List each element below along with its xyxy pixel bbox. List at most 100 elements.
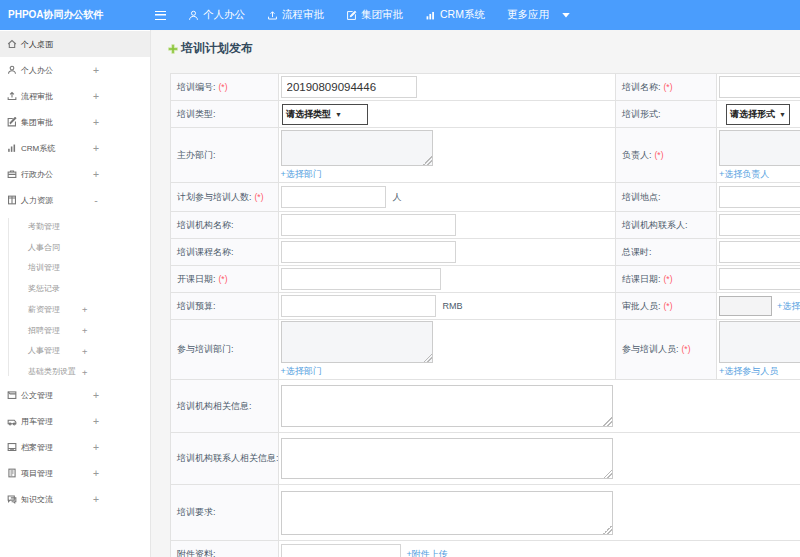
field-label: 培训机构相关信息: [177, 401, 252, 411]
sidebar-subitem-base-category[interactable]: 基础类别设置+ [0, 361, 150, 382]
nav-crm[interactable]: CRM系统 [425, 8, 485, 22]
row-training-no-name: 培训编号:(*) 培训名称:(*) [171, 74, 800, 101]
sidebar-item-desktop[interactable]: 个人桌面 [0, 31, 150, 57]
training-name-input[interactable] [719, 76, 800, 98]
flow-icon [7, 91, 17, 101]
sidebar-subitem-personnel[interactable]: 人事管理+ [0, 341, 150, 362]
sidebar-item-workflow-approval[interactable]: 流程审批+ [0, 83, 150, 109]
sidebar-item-archive[interactable]: 档案管理+ [0, 434, 150, 460]
field-label: 培训要求: [177, 507, 216, 517]
sidebar-subitem-salary[interactable]: 薪资管理+ [0, 299, 150, 320]
sidebar-item-hr[interactable]: 人力资源- [0, 187, 150, 213]
nav-personal-office[interactable]: 个人办公 [188, 8, 245, 22]
select-arrow-icon: ▼ [779, 111, 786, 118]
document-icon [7, 390, 17, 400]
car-icon [7, 416, 17, 426]
total-hours-input[interactable] [719, 241, 800, 263]
sidebar-subitem-training[interactable]: 培训管理 [0, 258, 150, 279]
field-label: 结课日期: [622, 274, 661, 284]
sidebar-item-crm[interactable]: CRM系统+ [0, 135, 150, 161]
nav-group-approval[interactable]: 集团审批 [346, 8, 403, 22]
sidebar-item-knowledge[interactable]: 知识交流+ [0, 486, 150, 512]
place-input[interactable] [719, 186, 800, 208]
field-label: 总课时: [622, 247, 652, 257]
attachment-upload-link[interactable]: +附件上传 [407, 548, 448, 557]
requirement-textarea[interactable] [281, 491, 613, 535]
page-title: 培训计划发布 [168, 40, 253, 57]
budget-input[interactable] [281, 295, 436, 317]
select-dept-link[interactable]: +选择部门 [281, 168, 616, 181]
field-label: 培训编号: [177, 82, 216, 92]
sidebar-item-admin-office[interactable]: 行政办公+ [0, 161, 150, 187]
select-leader-link[interactable]: +选择负责人 [719, 168, 800, 181]
org-name-input[interactable] [281, 214, 456, 236]
course-name-input[interactable] [281, 241, 456, 263]
book-icon [7, 195, 17, 205]
field-label: 培训机构联系人: [622, 220, 688, 230]
sidebar-item-group-approval[interactable]: 集团审批+ [0, 109, 150, 135]
row-hostdept-leader: 主办部门: +选择部门 负责人:(*) +选择负责人 [171, 128, 800, 183]
sidebar-subitem-attendance[interactable]: 考勤管理 [0, 216, 150, 237]
field-label: 审批人员: [622, 301, 661, 311]
contact-info-textarea[interactable] [281, 438, 613, 479]
org-contact-input[interactable] [719, 214, 800, 236]
field-label: 负责人: [622, 150, 652, 160]
training-plan-form: 培训编号:(*) 培训名称:(*) 培训类型: 请选择类型▼ 培训形式: 请选择… [170, 73, 800, 557]
approve-icon [346, 10, 357, 21]
row-startdate-enddate: 开课日期:(*) 结课日期:(*) [171, 266, 800, 293]
org-info-textarea[interactable] [281, 385, 613, 427]
sidebar-subitem-hr-contract[interactable]: 人事合同 [0, 237, 150, 258]
training-mode-select[interactable]: 请选择形式▼ [726, 104, 790, 125]
sidebar-item-project[interactable]: 项目管理+ [0, 460, 150, 486]
field-label: 培训形式: [622, 109, 661, 119]
row-contact-info: 培训机构联系人相关信息: [171, 433, 800, 485]
select-arrow-icon: ▼ [335, 111, 342, 118]
training-type-select[interactable]: 请选择类型▼ [282, 104, 368, 125]
field-label: 计划参与培训人数: [177, 192, 252, 202]
host-dept-textarea[interactable] [281, 130, 433, 166]
sidebar-item-personal-office[interactable]: 个人办公+ [0, 57, 150, 83]
sidebar-hr-submenu: 考勤管理 人事合同 培训管理 奖惩记录 薪资管理+ 招聘管理+ 人事管理+ 基础… [0, 213, 150, 382]
field-label: 培训地点: [622, 192, 661, 202]
nav-workflow-approval[interactable]: 流程审批 [267, 8, 324, 22]
training-no-input[interactable] [281, 76, 417, 98]
field-label: 参与培训部门: [177, 344, 234, 354]
field-label: 培训名称: [622, 82, 661, 92]
field-label: 培训机构联系人相关信息: [177, 453, 279, 463]
row-org-info: 培训机构相关信息: [171, 380, 800, 433]
field-label: 附件资料: [177, 549, 216, 557]
select-people-link[interactable]: +选择参与人员 [719, 365, 800, 378]
archive-icon [7, 442, 17, 452]
sidebar-item-vehicle[interactable]: 用车管理+ [0, 408, 150, 434]
approver-input[interactable] [719, 296, 772, 316]
planned-count-input[interactable] [281, 186, 386, 208]
notebook-icon [7, 468, 17, 478]
sidebar: 个人桌面 个人办公+ 流程审批+ 集团审批+ CRM系统+ 行政办公+ 人力资源… [0, 30, 151, 557]
hamburger-icon[interactable] [155, 11, 166, 20]
field-label: 培训预算: [177, 301, 216, 311]
row-orgname-orgcontact: 培训机构名称: 培训机构联系人: [171, 212, 800, 239]
select-approver-link[interactable]: +选择审批人员 [777, 300, 800, 313]
field-label: 培训类型: [177, 109, 216, 119]
sidebar-item-doc-mgmt[interactable]: 公文管理+ [0, 382, 150, 408]
select-dept-link[interactable]: +选择部门 [281, 365, 616, 378]
end-date-input[interactable] [719, 268, 800, 290]
home-icon [7, 39, 17, 49]
row-joindept-joinpeople: 参与培训部门: +选择部门 参与培训人员:(*) +选择参与人员 [171, 320, 800, 380]
row-course-hours: 培训课程名称: 总课时: [171, 239, 800, 266]
edit-icon [7, 117, 17, 127]
field-label: 开课日期: [177, 274, 216, 284]
sidebar-subitem-rewards[interactable]: 奖惩记录 [0, 278, 150, 299]
sidebar-subitem-recruit[interactable]: 招聘管理+ [0, 320, 150, 341]
join-dept-textarea[interactable] [281, 321, 433, 363]
leader-textarea[interactable] [719, 130, 800, 166]
attachment-input[interactable] [281, 544, 401, 557]
start-date-input[interactable] [281, 268, 441, 290]
nav-more-apps[interactable]: 更多应用 [507, 8, 570, 22]
caret-down-icon [562, 13, 570, 18]
user-icon [188, 10, 199, 21]
add-icon [168, 44, 178, 54]
flow-icon [267, 10, 278, 21]
chart-icon [7, 143, 17, 153]
join-people-textarea[interactable] [719, 321, 800, 363]
